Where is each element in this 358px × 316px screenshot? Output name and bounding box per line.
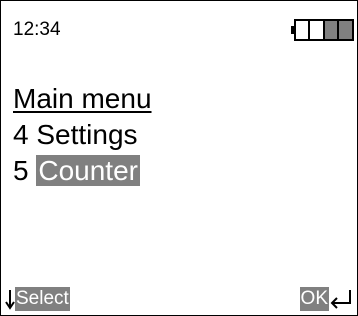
- select-softkey[interactable]: Select: [5, 287, 70, 311]
- menu-item-number: 5: [13, 155, 29, 186]
- battery-icon: [291, 19, 355, 41]
- menu-item-number: 4: [13, 119, 29, 150]
- menu-item-settings[interactable]: 4 Settings: [13, 117, 152, 153]
- device-screen: 12:34 Main menu 4 Settings 5 Counter Sel…: [0, 0, 358, 316]
- status-time: 12:34: [13, 19, 61, 40]
- menu-title: Main menu: [13, 83, 152, 114]
- menu-item-label: Settings: [36, 119, 138, 150]
- main-menu: Main menu 4 Settings 5 Counter: [13, 81, 152, 189]
- select-softkey-label: Select: [15, 287, 70, 311]
- down-arrow-icon: [5, 288, 15, 310]
- ok-softkey[interactable]: OK: [299, 287, 353, 311]
- enter-return-icon: [329, 288, 353, 310]
- menu-item-label-selected: Counter: [36, 155, 140, 186]
- ok-softkey-label: OK: [299, 287, 329, 311]
- menu-item-counter[interactable]: 5 Counter: [13, 153, 152, 189]
